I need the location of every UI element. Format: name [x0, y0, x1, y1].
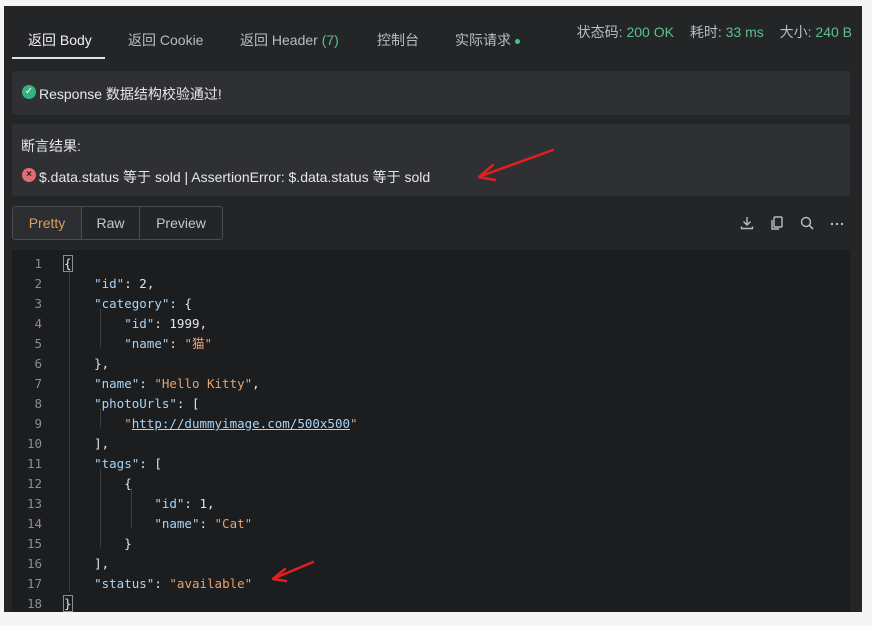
line-number: 11: [26, 456, 42, 471]
code-line: 14 "name": "Cat": [12, 514, 850, 534]
view-mode-pretty[interactable]: Pretty: [13, 207, 81, 239]
code-text: ],: [64, 556, 110, 571]
line-number: 10: [26, 436, 42, 451]
tab-header-label: 返回 Header: [240, 32, 318, 48]
code-line: 7 "name": "Hello Kitty",: [12, 374, 850, 394]
code-text: {: [63, 255, 73, 272]
code-text: "name": "猫": [124, 336, 212, 351]
line-number: 16: [26, 556, 42, 571]
code-line: 13 "id": 1,: [12, 494, 850, 514]
download-icon[interactable]: [738, 214, 756, 232]
assertion-title: 断言结果:: [21, 138, 81, 154]
more-icon[interactable]: [828, 214, 846, 232]
code-line: 2 "id": 2,: [12, 274, 850, 294]
line-number: 14: [26, 516, 42, 531]
line-number: 3: [34, 296, 42, 311]
body-toolbar: [738, 214, 846, 232]
code-line: 12 {: [12, 474, 850, 494]
code-line: 17 "status": "available": [12, 574, 850, 594]
search-icon[interactable]: [798, 214, 816, 232]
code-text: "id": 1999,: [124, 316, 208, 331]
code-line: 3 "category": {: [12, 294, 850, 314]
code-line: 9 "http://dummyimage.com/500x500": [12, 414, 850, 434]
annotation-arrow-icon: [271, 560, 315, 583]
line-number: 7: [34, 376, 42, 391]
code-text: "name": "Hello Kitty",: [94, 376, 260, 391]
active-tab-indicator: [12, 57, 105, 59]
line-number: 12: [26, 476, 42, 491]
schema-validation-message: Response 数据结构校验通过!: [39, 86, 222, 102]
line-number: 17: [26, 576, 42, 591]
check-circle-icon: ✓: [22, 85, 36, 99]
code-text: {: [64, 476, 132, 491]
elapsed-time-value: 33 ms: [725, 24, 764, 40]
elapsed-time-label: 耗时:: [689, 24, 722, 40]
code-line: 8 "photoUrls": [: [12, 394, 850, 414]
code-text: "id": 2,: [94, 276, 155, 291]
code-text: }: [63, 595, 73, 612]
view-mode-preview[interactable]: Preview: [139, 207, 222, 239]
code-line: 1{: [12, 254, 850, 274]
line-number: 5: [34, 336, 42, 351]
view-mode-bar: Pretty Raw Preview: [12, 206, 850, 240]
line-number: 9: [34, 416, 42, 431]
status-code-value: 200 OK: [626, 24, 674, 40]
tab-actual-request-label: 实际请求: [455, 32, 511, 48]
line-number: 1: [34, 256, 42, 271]
tab-cookie[interactable]: 返回 Cookie: [128, 30, 203, 50]
tab-actual-request[interactable]: 实际请求: [455, 30, 520, 50]
code-line: 5 "name": "猫": [12, 334, 850, 354]
status-code-label: 状态码:: [576, 24, 623, 40]
annotation-arrow-icon: [477, 148, 555, 182]
line-number: 6: [34, 356, 42, 371]
code-text: "tags": [: [94, 456, 162, 471]
line-number: 2: [34, 276, 42, 291]
code-text: "status": "available": [94, 576, 253, 591]
error-circle-icon: ×: [22, 168, 36, 182]
schema-validation-result: ✓ Response 数据结构校验通过!: [12, 71, 850, 115]
code-text: "id": 1,: [154, 496, 215, 511]
code-line: 6 },: [12, 354, 850, 374]
tab-header[interactable]: 返回 Header (7): [240, 30, 339, 50]
response-size-label: 大小:: [779, 24, 812, 40]
response-size-value: 240 B: [815, 24, 852, 40]
json-body-viewer[interactable]: 1{ 2 "id": 2, 3 "category": { 4 "id": 19…: [12, 250, 850, 612]
code-line: 10 ],: [12, 434, 850, 454]
code-text: ],: [64, 436, 110, 451]
code-text: "photoUrls": [: [94, 396, 200, 411]
code-text: "category": {: [94, 296, 192, 311]
line-number: 13: [26, 496, 42, 511]
copy-icon[interactable]: [768, 214, 786, 232]
response-metrics: 状态码: 200 OK 耗时: 33 ms 大小: 240 B: [577, 22, 852, 42]
line-number: 4: [34, 316, 42, 331]
tab-header-count: (7): [321, 32, 339, 48]
code-text: "http://dummyimage.com/500x500": [124, 416, 358, 431]
tab-console[interactable]: 控制台: [377, 30, 419, 50]
code-line: 18}: [12, 594, 850, 612]
code-text: "name": "Cat": [154, 516, 253, 531]
response-tabs: 返回 Body 返回 Cookie 返回 Header (7) 控制台 实际请求…: [4, 6, 862, 66]
assertion-message: $.data.status 等于 sold | AssertionError: …: [39, 169, 431, 185]
line-number: 15: [26, 536, 42, 551]
response-panel: 返回 Body 返回 Cookie 返回 Header (7) 控制台 实际请求…: [4, 6, 862, 612]
code-line: 11 "tags": [: [12, 454, 850, 474]
photo-url-link[interactable]: http://dummyimage.com/500x500: [132, 416, 350, 431]
status-dot-icon: [515, 38, 520, 44]
line-number: 8: [34, 396, 42, 411]
code-line: 15 }: [12, 534, 850, 554]
code-text: }: [64, 536, 132, 551]
code-line: 16 ],: [12, 554, 850, 574]
view-mode-raw[interactable]: Raw: [81, 207, 139, 239]
code-text: },: [64, 356, 110, 371]
line-number: 18: [26, 596, 42, 611]
tab-body[interactable]: 返回 Body: [28, 30, 92, 50]
view-mode-switch: Pretty Raw Preview: [12, 206, 223, 240]
code-line: 4 "id": 1999,: [12, 314, 850, 334]
assertion-result: 断言结果: × $.data.status 等于 sold | Assertio…: [12, 124, 850, 196]
